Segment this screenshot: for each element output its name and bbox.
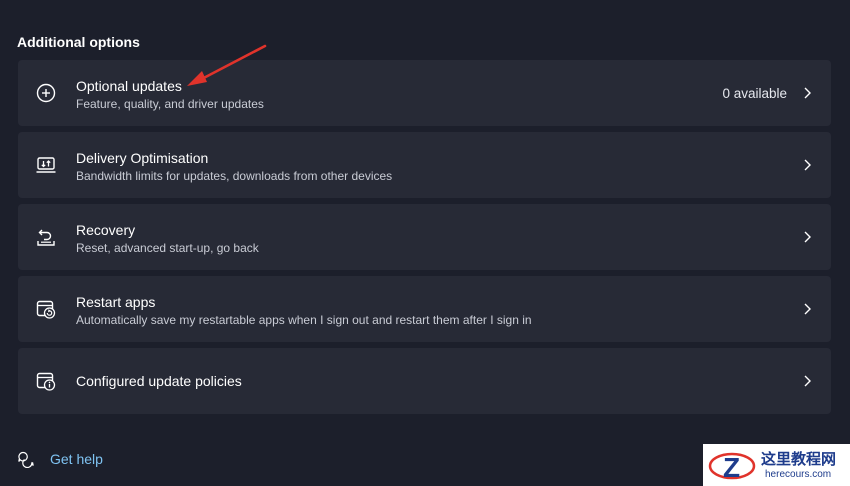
recovery-icon bbox=[35, 226, 57, 248]
policy-icon bbox=[35, 370, 57, 392]
watermark-url: herecours.com bbox=[765, 469, 832, 480]
get-help-label: Get help bbox=[50, 451, 103, 467]
recovery-item[interactable]: Recovery Reset, advanced start-up, go ba… bbox=[18, 204, 831, 270]
get-help-link[interactable]: Get help bbox=[17, 449, 103, 469]
svg-text:Z: Z bbox=[723, 452, 740, 483]
section-title: Additional options bbox=[17, 34, 140, 50]
optional-updates-title: Optional updates bbox=[76, 78, 182, 94]
configured-update-policies-item[interactable]: Configured update policies bbox=[18, 348, 831, 414]
chevron-right-icon bbox=[801, 302, 813, 316]
restart-apps-title: Restart apps bbox=[76, 294, 156, 310]
chevron-right-icon bbox=[801, 374, 813, 388]
plus-circle-icon bbox=[35, 82, 57, 104]
delivery-optimisation-title: Delivery Optimisation bbox=[76, 150, 209, 166]
restart-apps-item[interactable]: Restart apps Automatically save my resta… bbox=[18, 276, 831, 342]
optional-updates-item[interactable]: Optional updates Feature, quality, and d… bbox=[18, 60, 831, 126]
delivery-optimisation-icon bbox=[35, 154, 57, 176]
configured-update-policies-title: Configured update policies bbox=[76, 373, 242, 389]
chevron-right-icon bbox=[801, 230, 813, 244]
recovery-subtitle: Reset, advanced start-up, go back bbox=[76, 241, 259, 255]
watermark-logo-icon: Z bbox=[708, 452, 756, 483]
delivery-optimisation-item[interactable]: Delivery Optimisation Bandwidth limits f… bbox=[18, 132, 831, 198]
recovery-title: Recovery bbox=[76, 222, 136, 238]
restart-apps-icon bbox=[35, 298, 57, 320]
restart-apps-subtitle: Automatically save my restartable apps w… bbox=[76, 313, 532, 327]
chevron-right-icon bbox=[801, 86, 813, 100]
chevron-right-icon bbox=[801, 158, 813, 172]
help-chat-icon bbox=[17, 450, 35, 468]
delivery-optimisation-subtitle: Bandwidth limits for updates, downloads … bbox=[76, 169, 393, 183]
optional-updates-count: 0 available bbox=[722, 86, 787, 101]
watermark-title: 这里教程网 bbox=[761, 450, 837, 468]
optional-updates-subtitle: Feature, quality, and driver updates bbox=[76, 97, 264, 111]
watermark: Z 这里教程网 herecours.com bbox=[703, 444, 850, 486]
